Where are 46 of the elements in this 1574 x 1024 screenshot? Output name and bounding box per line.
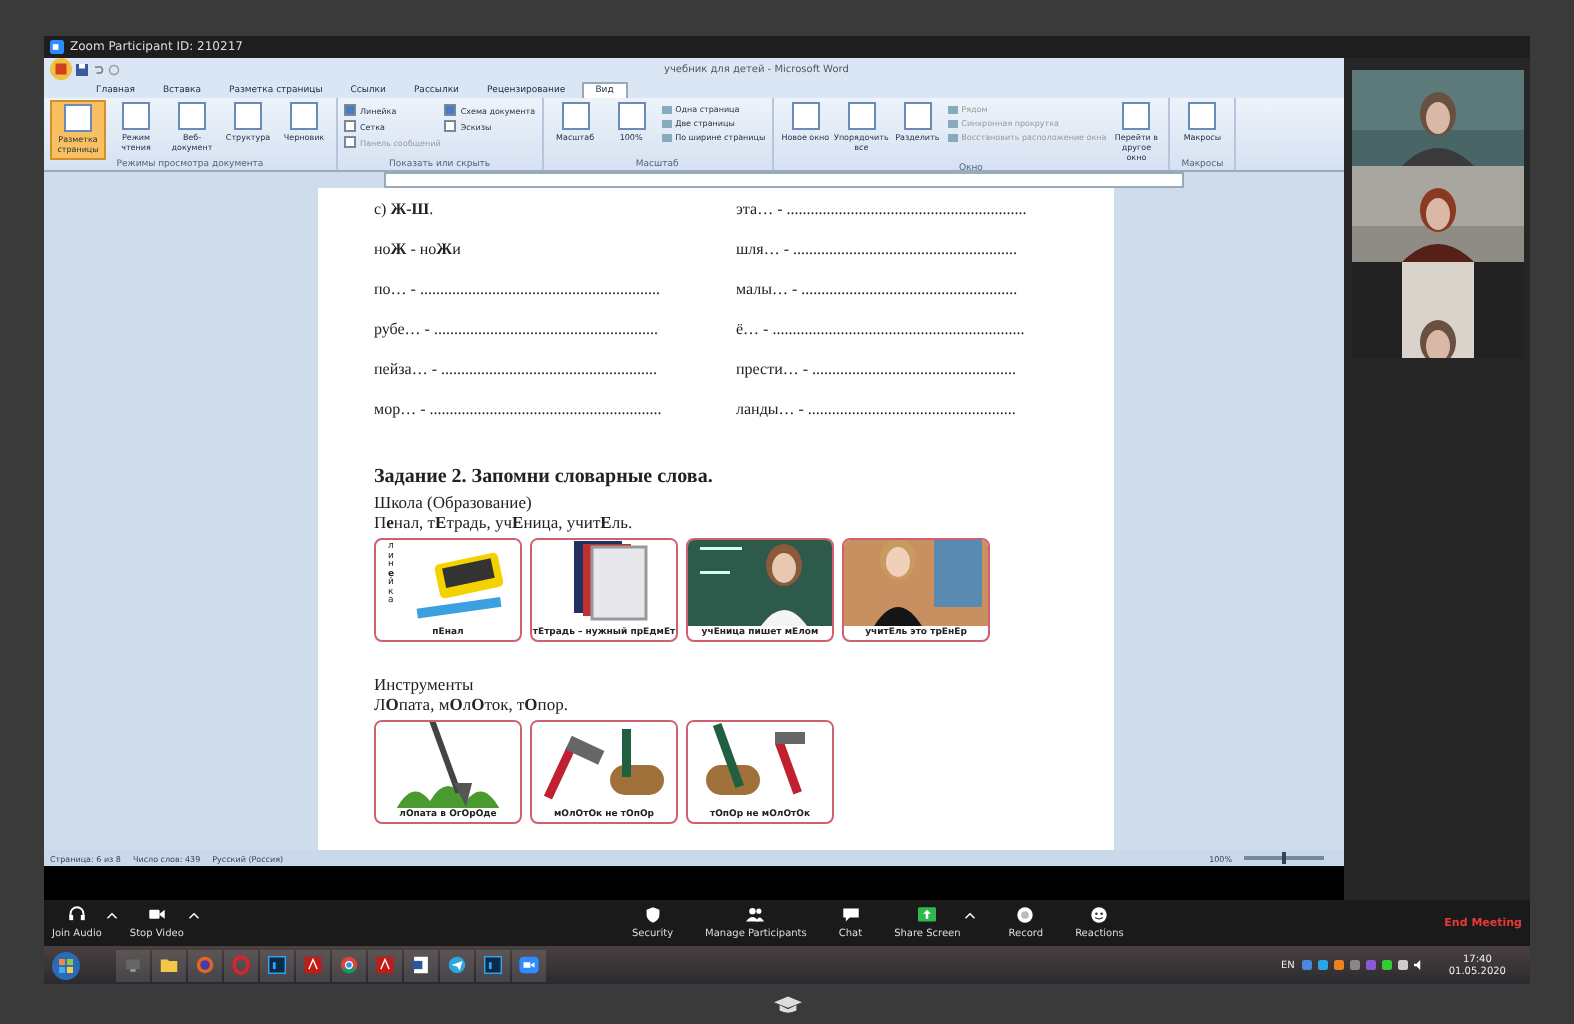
text-line: ноЖ - ноЖи [374, 240, 463, 258]
save-icon[interactable] [76, 63, 88, 75]
photoshop-icon[interactable] [482, 954, 504, 976]
graduation-cap-icon [773, 995, 801, 1013]
computer-icon[interactable] [122, 954, 144, 976]
text-line: Пенал, тЕтрадь, учЕница, учитЕль. [374, 512, 635, 532]
document-icon[interactable] [410, 954, 432, 976]
caret-icon[interactable] [105, 912, 118, 920]
text-line: Школа (Образование) [374, 492, 534, 512]
caret-icon[interactable] [187, 912, 200, 920]
chrome-icon[interactable] [338, 954, 360, 976]
text-line: прести… - ................................................... [736, 360, 1019, 378]
start-button-icon[interactable] [52, 951, 80, 979]
pdf-icon[interactable] [302, 954, 324, 976]
people-icon [746, 906, 765, 924]
photoshop-icon[interactable] [266, 954, 288, 976]
volume-icon[interactable] [1414, 960, 1425, 970]
text-line: рубе… - ........................................................ [374, 320, 660, 338]
text-line: по… - ............................................................ [374, 280, 662, 298]
text-line: пейза… - ...................................................... [374, 360, 659, 378]
text-line: шля… - ........................................................ [736, 240, 1019, 258]
text-line: с) Ж-Ш. [374, 200, 436, 218]
paper-plane-icon[interactable] [446, 954, 468, 976]
text-line: ё… - ............................................................... [736, 320, 1027, 338]
heading: Задание 2. Запомни словарные слова. [374, 466, 715, 488]
chat-icon [841, 906, 860, 924]
camera-icon [147, 906, 166, 924]
fox-icon[interactable] [194, 954, 216, 976]
text-line: ЛОпата, мОлОток, тОпор. [374, 694, 570, 714]
smile-icon [1090, 906, 1109, 924]
video-camera-icon[interactable] [518, 954, 540, 976]
shield-icon [643, 906, 662, 924]
undo-icon[interactable] [92, 63, 104, 75]
folder-icon[interactable] [158, 954, 180, 976]
pdf-icon[interactable] [374, 954, 396, 976]
text-line: ланды… - .................................................... [736, 400, 1018, 418]
zoom-logo-icon [50, 40, 64, 54]
headphones-icon [67, 906, 86, 924]
record-icon [1016, 906, 1035, 924]
text-line: эта… - ............................................................ [736, 200, 1029, 218]
office-button-icon[interactable] [50, 58, 72, 80]
share-screen-icon [918, 906, 937, 924]
text-line: мор… - .......................................................... [374, 400, 664, 418]
caret-icon[interactable] [964, 912, 977, 920]
text-line: Инструменты [374, 674, 476, 694]
text-line: малы… - ...................................................... [736, 280, 1020, 298]
